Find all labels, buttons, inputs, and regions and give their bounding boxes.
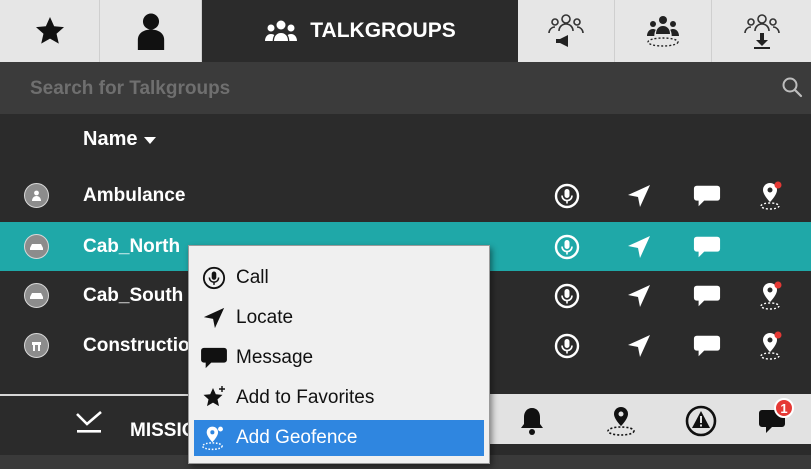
- talkgroup-name: Construction: [83, 335, 202, 356]
- geofence-icon[interactable]: [604, 404, 638, 438]
- tab-favorites[interactable]: [0, 0, 100, 62]
- locate-arrow-icon: [200, 304, 228, 332]
- locate-arrow-icon[interactable]: [625, 182, 653, 210]
- top-tab-bar: TALKGROUPS: [0, 0, 811, 62]
- locate-arrow-icon[interactable]: [625, 233, 653, 261]
- broadcast-group-icon: [548, 14, 584, 47]
- message-icon: [200, 344, 228, 372]
- table-row[interactable]: Ambulance: [0, 171, 811, 220]
- menu-item-add-to-favorites[interactable]: Add to Favorites: [194, 380, 484, 416]
- tab-talkgroups[interactable]: TALKGROUPS: [202, 0, 518, 62]
- call-microphone-icon[interactable]: [553, 332, 581, 360]
- user-icon: [137, 13, 164, 50]
- star-icon: [35, 17, 64, 44]
- menu-item-label: Locate: [236, 307, 294, 328]
- talkgroup-name: Cab_South: [83, 285, 184, 306]
- talkgroup-avatar-icon: [24, 283, 49, 308]
- column-header-name[interactable]: Name: [83, 128, 157, 151]
- menu-item-label: Add Geofence: [236, 427, 358, 448]
- menu-item-label: Message: [236, 347, 314, 368]
- missions-check-icon: [76, 411, 102, 433]
- group-download-icon: [743, 14, 780, 49]
- locate-arrow-icon[interactable]: [625, 332, 653, 360]
- talkgroup-name: Cab_North: [83, 236, 181, 257]
- search-bar: [0, 62, 811, 114]
- tab-broadcast-groups[interactable]: [518, 0, 615, 62]
- column-header-label: Name: [83, 128, 138, 150]
- tab-dynamic-groups[interactable]: [615, 0, 712, 62]
- star-plus-icon: [200, 384, 228, 412]
- message-icon[interactable]: [693, 332, 721, 360]
- talkgroups-icon: [265, 20, 298, 41]
- talkgroup-avatar-icon: [24, 333, 49, 358]
- geofence-pin-icon[interactable]: [758, 181, 786, 210]
- tab-talkgroups-label: TALKGROUPS: [310, 19, 456, 42]
- search-icon[interactable]: [781, 76, 803, 98]
- microphone-icon: [200, 264, 228, 292]
- group-area-icon: [647, 16, 679, 47]
- emergency-alert-icon[interactable]: [684, 404, 718, 438]
- context-menu: Call Locate Message Add to Favorites Add…: [188, 245, 490, 464]
- locate-arrow-icon[interactable]: [625, 282, 653, 310]
- call-microphone-icon[interactable]: [553, 182, 581, 210]
- menu-item-message[interactable]: Message: [194, 340, 484, 376]
- tab-contacts[interactable]: [100, 0, 202, 62]
- talkgroup-avatar-icon: [24, 234, 49, 259]
- bell-icon[interactable]: [515, 404, 549, 438]
- menu-item-label: Call: [236, 267, 269, 288]
- talkgroup-name: Ambulance: [83, 185, 186, 206]
- message-icon[interactable]: [693, 282, 721, 310]
- search-input[interactable]: [28, 74, 752, 104]
- geofence-icon: [200, 424, 228, 452]
- geofence-pin-icon[interactable]: [758, 331, 786, 360]
- message-icon[interactable]: [693, 182, 721, 210]
- sort-down-icon: [144, 136, 157, 144]
- menu-item-label: Add to Favorites: [236, 387, 375, 408]
- menu-item-add-geofence[interactable]: Add Geofence: [194, 420, 484, 456]
- tab-imported-groups[interactable]: [712, 0, 811, 62]
- talkgroup-avatar-icon: [24, 183, 49, 208]
- call-microphone-icon[interactable]: [553, 282, 581, 310]
- notification-badge: 1: [774, 398, 794, 418]
- call-microphone-icon[interactable]: [553, 233, 581, 261]
- geofence-pin-icon[interactable]: [758, 281, 786, 310]
- menu-item-locate[interactable]: Locate: [194, 300, 484, 336]
- menu-item-call[interactable]: Call: [194, 260, 484, 296]
- message-icon[interactable]: [693, 233, 721, 261]
